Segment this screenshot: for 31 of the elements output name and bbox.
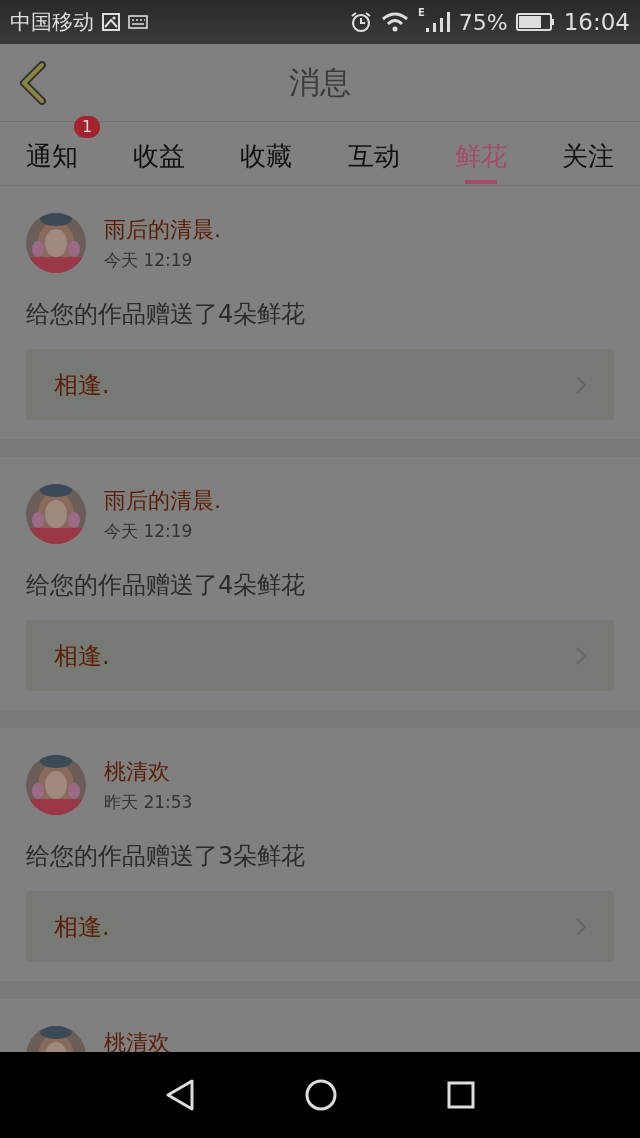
- message-text: 给您的作品赠送了4朵鲜花: [26, 570, 307, 600]
- page-title: 消息: [289, 62, 351, 102]
- tab[interactable]: 互动: [335, 122, 412, 184]
- sender-name[interactable]: 雨后的清晨.: [104, 486, 221, 516]
- battery-icon: [515, 12, 556, 32]
- carrier-name: 中国移动: [10, 9, 94, 36]
- back-icon[interactable]: [165, 1079, 195, 1111]
- recent-apps-icon[interactable]: [447, 1081, 475, 1109]
- signal-icon: [424, 11, 451, 33]
- message-time: 今天 12:19: [104, 249, 194, 272]
- work-link[interactable]: 相逢.: [26, 620, 614, 691]
- message-time: 今天 12:19: [104, 520, 194, 543]
- image-icon: [102, 13, 120, 31]
- sender-name[interactable]: 桃清欢: [104, 757, 170, 787]
- message-text: 给您的作品赠送了4朵鲜花: [26, 299, 307, 329]
- work-link[interactable]: 相逢.: [26, 891, 614, 962]
- tab[interactable]: 关注: [549, 122, 626, 184]
- message-time: 昨天 21:53: [104, 791, 193, 814]
- tab[interactable]: 收益: [121, 122, 198, 184]
- clock: 16:04: [563, 9, 630, 35]
- alarm-icon: [349, 11, 372, 33]
- wifi-icon: [379, 11, 410, 33]
- work-link[interactable]: 相逢.: [26, 349, 614, 420]
- keyboard-icon: [128, 15, 148, 29]
- network-type: E: [417, 7, 425, 18]
- sender-name[interactable]: 雨后的清晨.: [104, 215, 221, 245]
- unread-badge: 1: [74, 116, 100, 138]
- home-icon[interactable]: [305, 1079, 337, 1111]
- tab[interactable]: 收藏: [228, 122, 305, 184]
- message-text: 给您的作品赠送了3朵鲜花: [26, 841, 307, 871]
- battery-percent: 75%: [458, 9, 508, 35]
